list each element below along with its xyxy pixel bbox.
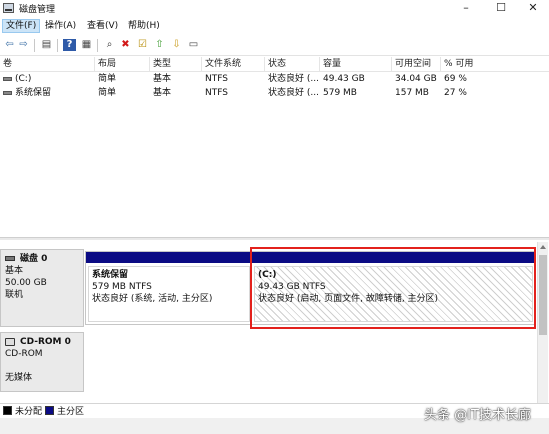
table-row[interactable]: (C:) 简单 基本 NTFS 状态良好 (... 49.43 GB 34.04… <box>0 73 549 86</box>
cdrom-0-header: CD-ROM 0 <box>5 336 79 348</box>
menu-action[interactable]: 操作(A) <box>42 19 79 33</box>
scrollbar-thumb[interactable] <box>539 255 547 335</box>
disk-0-header: 磁盘 0 <box>5 253 79 265</box>
menu-bar: 文件(F) 操作(A) 查看(V) 帮助(H) <box>0 17 549 35</box>
col-filesystem[interactable]: 文件系统 <box>202 57 265 72</box>
back-icon[interactable]: ⇦ <box>3 39 16 51</box>
menu-help[interactable]: 帮助(H) <box>125 19 163 33</box>
volume-name-cell: (C:) <box>3 73 31 86</box>
menu-view[interactable]: 查看(V) <box>84 19 121 33</box>
volume-name: 系统保留 <box>15 88 52 98</box>
volume-icon <box>3 76 12 81</box>
status-cell: 状态良好 (... <box>268 88 319 98</box>
disk-0-size: 50.00 GB <box>5 278 47 288</box>
help-icon[interactable]: ? <box>63 39 76 51</box>
partition-system-reserved[interactable]: 系统保留 579 MB NTFS 状态良好 (系统, 活动, 主分区) <box>86 252 252 324</box>
menu-file[interactable]: 文件(F) <box>2 19 41 33</box>
col-percent-free[interactable]: % 可用 <box>441 57 549 72</box>
vertical-scrollbar[interactable] <box>537 242 548 403</box>
col-capacity[interactable]: 容量 <box>320 57 392 72</box>
list-view-icon[interactable]: ▦ <box>80 39 93 51</box>
col-status[interactable]: 状态 <box>265 57 320 72</box>
disk-layout-pane: 磁盘 0 基本 50.00 GB 联机 系统保留 579 MB NTFS 状态良… <box>0 240 549 403</box>
maximize-button[interactable]: ☐ <box>484 0 518 17</box>
volume-list-header: 卷 布局 类型 文件系统 状态 容量 可用空间 % 可用 <box>0 57 549 72</box>
status-cell: 状态良好 (... <box>268 74 319 84</box>
capacity-cell: 49.43 GB <box>323 74 365 84</box>
filesystem-cell: NTFS <box>205 74 228 84</box>
col-volume[interactable]: 卷 <box>0 57 95 72</box>
disk-management-icon <box>3 3 14 13</box>
legend-unallocated: 未分配 <box>3 406 42 417</box>
cdrom-0-name: CD-ROM 0 <box>20 337 71 347</box>
volume-icon <box>3 90 12 95</box>
minimize-button[interactable]: – <box>449 0 483 17</box>
export-icon[interactable]: ⇩ <box>170 39 183 51</box>
forward-icon[interactable]: ⇨ <box>17 39 30 51</box>
partition-status: 状态良好 (系统, 活动, 主分区) <box>92 294 213 304</box>
col-free-space[interactable]: 可用空间 <box>392 57 441 72</box>
disk-0-name: 磁盘 0 <box>20 254 48 264</box>
disk-0-state: 联机 <box>5 290 24 300</box>
unallocated-swatch <box>3 406 12 415</box>
free-space-cell: 34.04 GB <box>395 74 437 84</box>
capacity-cell: 579 MB <box>323 88 357 98</box>
volume-name: (C:) <box>15 74 32 84</box>
layout-cell: 简单 <box>98 88 117 98</box>
window-title: 磁盘管理 <box>19 5 56 15</box>
close-button[interactable]: ✕ <box>516 0 549 17</box>
c-drive-highlight <box>250 247 536 329</box>
watermark: 头条 @IT技术长廊 <box>424 408 531 423</box>
volume-name-cell: 系统保留 <box>3 87 51 100</box>
toolbar-separator <box>34 39 35 52</box>
col-type[interactable]: 类型 <box>150 57 202 72</box>
legend-primary: 主分区 <box>45 406 84 417</box>
cdrom-0-info[interactable]: CD-ROM 0 CD-ROM 无媒体 <box>0 332 84 392</box>
percent-free-cell: 69 % <box>444 74 467 84</box>
cdrom-0-kind: CD-ROM <box>5 349 43 359</box>
cd-drive-icon <box>5 337 15 346</box>
type-cell: 基本 <box>153 88 172 98</box>
legend-label: 主分区 <box>57 407 85 417</box>
title-bar: 磁盘管理 – ☐ ✕ <box>0 0 549 17</box>
console-tree-icon[interactable]: ▤ <box>40 39 53 51</box>
disk-0-info[interactable]: 磁盘 0 基本 50.00 GB 联机 <box>0 249 84 327</box>
primary-partition-bar <box>86 252 252 263</box>
toolbar-separator <box>97 39 98 52</box>
import-icon[interactable]: ⇧ <box>153 39 166 51</box>
layout-cell: 简单 <box>98 74 117 84</box>
type-cell: 基本 <box>153 74 172 84</box>
table-row[interactable]: 系统保留 简单 基本 NTFS 状态良好 (... 579 MB 157 MB … <box>0 87 549 100</box>
col-layout[interactable]: 布局 <box>95 57 150 72</box>
hard-disk-icon <box>5 256 15 261</box>
scroll-up-icon[interactable] <box>540 245 546 249</box>
settings-icon[interactable]: ▭ <box>187 39 200 51</box>
partition-size: 579 MB NTFS <box>92 282 152 292</box>
volume-list: 卷 布局 类型 文件系统 状态 容量 可用空间 % 可用 (C:) 简单 基本 … <box>0 57 549 237</box>
delete-icon[interactable]: ✖ <box>119 39 132 51</box>
partition-name: 系统保留 <box>92 270 129 280</box>
properties-icon[interactable]: ☑ <box>136 39 149 51</box>
legend-label: 未分配 <box>15 407 43 417</box>
filesystem-cell: NTFS <box>205 88 228 98</box>
toolbar-separator <box>57 39 58 52</box>
primary-swatch <box>45 406 54 415</box>
partition-system-reserved-body: 系统保留 579 MB NTFS 状态良好 (系统, 活动, 主分区) <box>88 266 250 322</box>
toolbar: ⇦ ⇨ ▤ ? ▦ ⌕ ✖ ☑ ⇧ ⇩ ▭ <box>0 35 549 56</box>
percent-free-cell: 27 % <box>444 88 467 98</box>
free-space-cell: 157 MB <box>395 88 429 98</box>
cdrom-0-state: 无媒体 <box>5 373 33 383</box>
disk-0-kind: 基本 <box>5 266 24 276</box>
connect-icon[interactable]: ⌕ <box>103 39 116 51</box>
